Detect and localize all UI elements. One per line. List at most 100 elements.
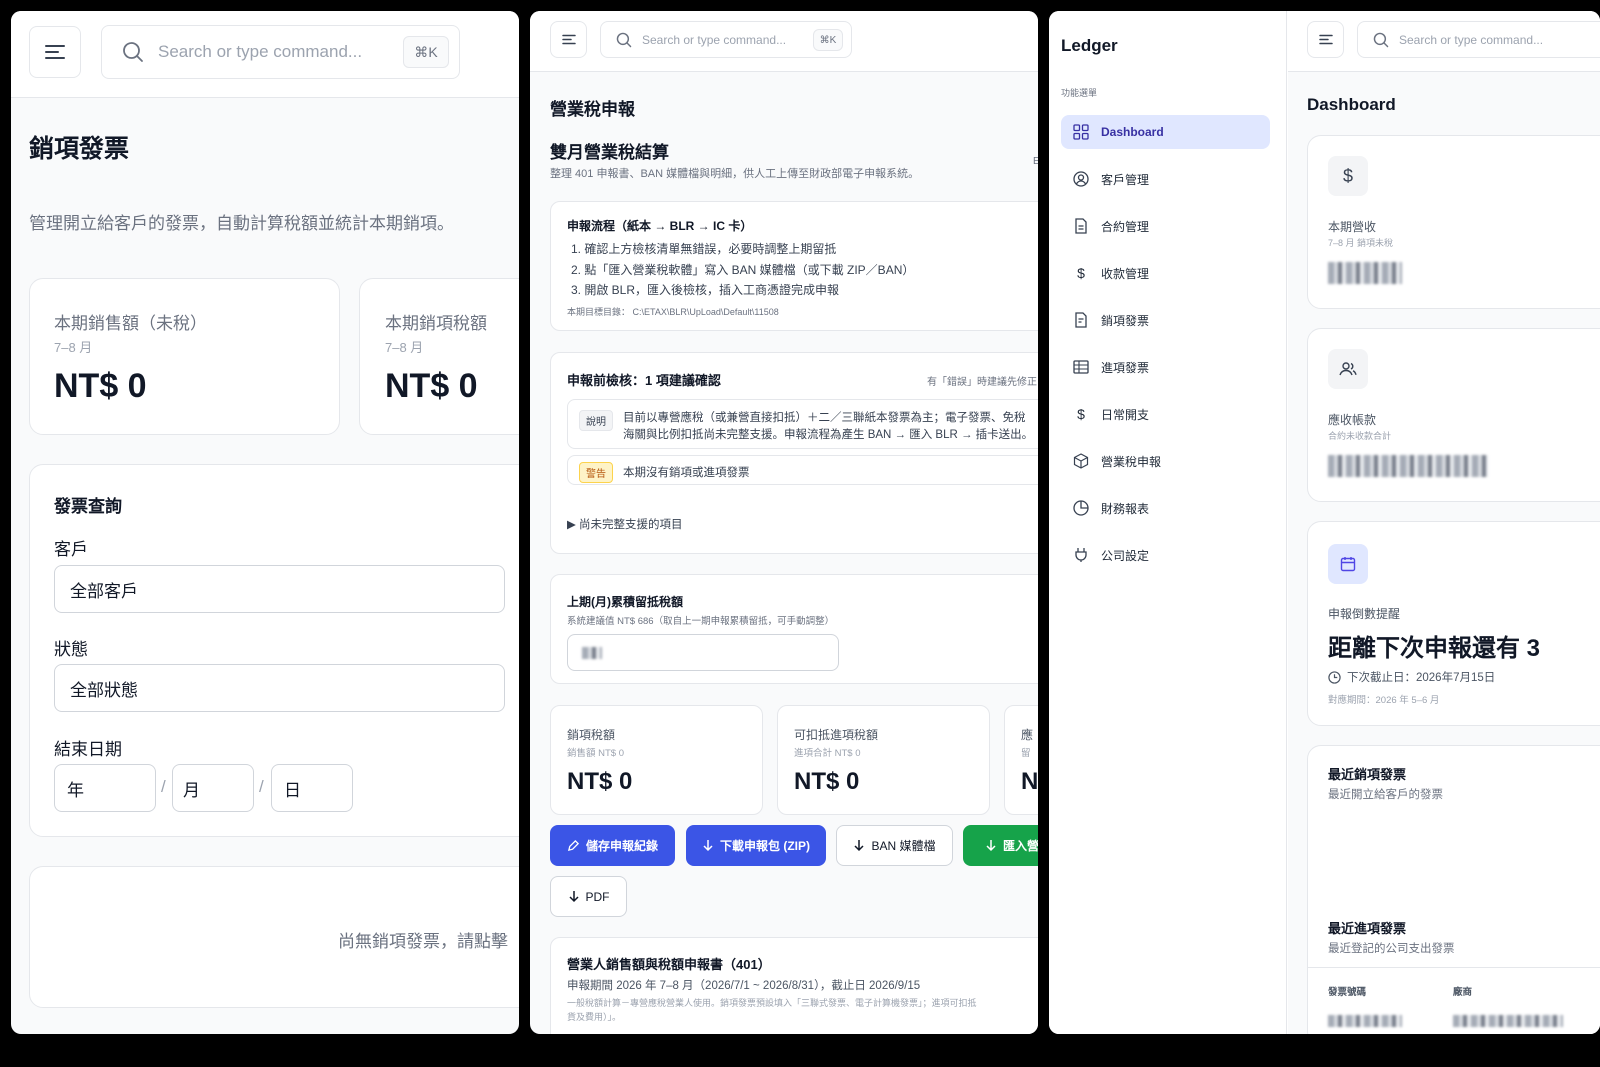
- sidebar-item-label: 銷項發票: [1101, 313, 1150, 328]
- main-area: Search or type command... Dashboard $ 本期…: [1288, 11, 1600, 1034]
- pen-icon: [567, 839, 580, 852]
- sidebar-item-expenses[interactable]: $ 日常開支: [1061, 397, 1270, 431]
- redacted-value: [1328, 455, 1488, 477]
- sidebar-item-reports[interactable]: 財務報表: [1061, 491, 1270, 525]
- stat-card-sales: 本期銷售額（未稅） 7–8 月 NT$ 0: [29, 278, 340, 435]
- import-vat-software-button[interactable]: 匯入營: [963, 825, 1038, 866]
- users-icon: [1328, 349, 1368, 389]
- menu-button[interactable]: [1307, 21, 1344, 58]
- page-title: Dashboard: [1307, 95, 1396, 114]
- search-placeholder: Search or type command...: [158, 42, 363, 61]
- search-icon: [1373, 32, 1389, 47]
- unsupported-toggle[interactable]: ▶ 尚未完整支援的項目: [567, 516, 683, 532]
- status-select[interactable]: 全部狀態: [54, 664, 505, 712]
- calendar-icon: [1328, 544, 1368, 584]
- grid-icon: [1073, 124, 1089, 140]
- stat-sub: 銷售額 NT$ 0: [567, 748, 625, 759]
- sidebar-item-dashboard[interactable]: Dashboard: [1061, 115, 1270, 149]
- redacted-value: [1328, 262, 1402, 284]
- note-box: 說明 目前以專營應稅（或兼營直接扣抵）＋二／三聯紙本發票為主；電子發票、免稅 海…: [567, 399, 1038, 449]
- recent-purchase-title: 最近進項發票: [1328, 921, 1407, 936]
- revenue-sub: 7–8 月 銷項未稅: [1328, 238, 1394, 248]
- save-filing-button[interactable]: 儲存申報紀錄: [550, 825, 675, 866]
- precheck-title: 申報前檢核：1 項建議確認: [567, 373, 721, 388]
- top-bar: Search or type command... ⌘K: [11, 11, 519, 98]
- document-icon: [1075, 218, 1087, 234]
- search-bar[interactable]: Search or type command... ⌘K: [101, 25, 460, 79]
- sidebar-item-purchase-invoices[interactable]: 進項發票: [1061, 350, 1270, 384]
- pdf-button[interactable]: PDF: [550, 876, 627, 917]
- form-401-desc-line: 貨及費用）」。: [567, 1012, 622, 1022]
- reminder-label: 申報倒數提醒: [1328, 607, 1401, 621]
- recent-purchase-desc: 最近登記的公司支出發票: [1328, 943, 1455, 955]
- ban-file-button[interactable]: BAN 媒體檔: [836, 825, 953, 866]
- stat-card-output-tax: 銷項稅額 銷售額 NT$ 0 NT$ 0: [550, 705, 763, 815]
- day-input[interactable]: 日: [271, 764, 353, 812]
- button-label: 匯入營: [1003, 839, 1038, 853]
- search-icon: [123, 42, 143, 62]
- clock-icon: [1328, 670, 1341, 684]
- redacted-vendor: [1453, 1015, 1563, 1027]
- sidebar-item-label: Dashboard: [1101, 125, 1164, 139]
- button-label: BAN 媒體檔: [871, 839, 936, 853]
- download-icon: [986, 840, 996, 852]
- warning-text: 本期沒有銷項或進項發票: [623, 467, 750, 479]
- page-title: 營業稅申報: [550, 100, 635, 119]
- download-icon: [703, 840, 713, 852]
- search-bar[interactable]: Search or type command... ⌘K: [600, 21, 852, 58]
- dollar-icon: $: [1328, 156, 1368, 196]
- receivable-card: 應收帳款 合約未收款合計: [1307, 328, 1600, 502]
- button-label: 儲存申報紀錄: [585, 839, 658, 853]
- sidebar-item-vat-filing[interactable]: 營業稅申報: [1061, 444, 1270, 478]
- sidebar-item-settings[interactable]: 公司設定: [1061, 538, 1270, 572]
- receipt-icon: [1075, 312, 1087, 328]
- menu-icon: [45, 45, 65, 59]
- stat-value: NT$ 0: [794, 768, 860, 795]
- sidebar-item-payments[interactable]: $ 收款管理: [1061, 256, 1270, 290]
- divider: [1308, 967, 1600, 968]
- filing-reminder-card: 申報倒數提醒 距離下次申報還有 3 下次截止日：2026年7月15日 對應期間：…: [1307, 521, 1600, 726]
- sidebar-item-label: 財務報表: [1101, 501, 1150, 516]
- search-bar[interactable]: Search or type command...: [1357, 21, 1600, 58]
- button-label: 下載申報包 (ZIP): [720, 839, 810, 853]
- year-input[interactable]: 年: [54, 764, 156, 812]
- menu-button[interactable]: [29, 26, 81, 78]
- sidebar-item-sales-invoices[interactable]: 銷項發票: [1061, 303, 1270, 337]
- sidebar: Ledger 功能選單 Dashboard 客戶管理 合約管理 $ 收款管理 銷…: [1049, 11, 1287, 1034]
- redacted-invoice-number: [1328, 1015, 1402, 1027]
- stat-card-payable: 應 留 N: [1004, 705, 1038, 815]
- download-zip-button[interactable]: 下載申報包 (ZIP): [686, 825, 826, 866]
- receivable-sub: 合約未收款合計: [1328, 431, 1392, 441]
- sidebar-item-contracts[interactable]: 合約管理: [1061, 209, 1270, 243]
- stat-card-input-tax: 可扣抵進項稅額 進項合計 NT$ 0 NT$ 0: [777, 705, 990, 815]
- stat-value: NT$ 0: [385, 367, 478, 405]
- column-header-invoice: 發票號碼: [1328, 987, 1367, 998]
- year-placeholder: 年: [67, 780, 84, 800]
- carry-forward-title: 上期(月)累積留抵稅額: [567, 595, 683, 609]
- sidebar-item-label: 客戶管理: [1101, 172, 1150, 187]
- carry-forward-input[interactable]: [567, 634, 839, 671]
- customer-select[interactable]: 全部客戶: [54, 565, 505, 613]
- sidebar-item-label: 營業稅申報: [1101, 454, 1162, 469]
- empty-state-text: 尚無銷項發票，請點擊「: [338, 932, 519, 951]
- search-icon: [616, 32, 632, 47]
- invoice-sales-window: Search or type command... ⌘K 銷項發票 管理開立給客…: [11, 11, 519, 1034]
- form-401-title: 營業人銷售額與稅額申報書（401）: [567, 957, 771, 972]
- revenue-card: $ 本期營收 7–8 月 銷項未稅: [1307, 135, 1600, 309]
- empty-state-card: 尚無銷項發票，請點擊「: [29, 866, 519, 1008]
- sidebar-item-customers[interactable]: 客戶管理: [1061, 162, 1270, 196]
- day-placeholder: 日: [284, 780, 301, 800]
- note-text-line: 海關與比例扣抵尚未完整支援。申報流程為產生 BAN → 匯入 BLR → 插卡送…: [623, 429, 1034, 441]
- month-input[interactable]: 月: [172, 764, 254, 812]
- menu-button[interactable]: [550, 21, 587, 58]
- vat-filing-window: Search or type command... ⌘K 營業稅申報 雙月營業稅…: [530, 11, 1038, 1034]
- process-step: 2. 點「匯入營業稅軟體」寫入 BAN 媒體檔（或下載 ZIP／BAN）: [571, 263, 915, 277]
- stat-label: 銷項稅額: [567, 728, 616, 742]
- target-directory: 本期目標目錄： C:\ETAX\BLR\UpLoad\Default\11508: [567, 307, 779, 317]
- revenue-label: 本期營收: [1328, 220, 1377, 234]
- stat-label: 本期銷售額（未稅）: [54, 314, 207, 333]
- filter-title: 發票查詢: [54, 497, 122, 516]
- stat-sub: 留: [1021, 748, 1031, 759]
- dollar-icon: $: [1077, 406, 1085, 422]
- app-logo-text: Ledger: [1061, 36, 1118, 55]
